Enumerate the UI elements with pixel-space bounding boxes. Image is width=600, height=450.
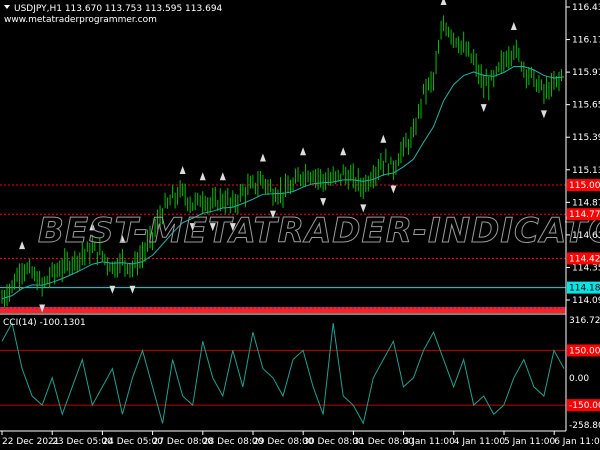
x-tick-label: 4 Jan 11:00 xyxy=(454,437,506,447)
x-tick-label: 6 Jan 11:00 xyxy=(554,437,600,447)
y-tick-label: 115.130 xyxy=(572,166,600,176)
cci-line xyxy=(1,321,565,425)
moving-average-line xyxy=(1,65,565,300)
website-label: www.metatraderprogrammer.com xyxy=(4,15,157,25)
cci-title: CCI(14) -100.1301 xyxy=(3,318,86,328)
up-fractal-arrow-icon xyxy=(179,166,186,175)
symbol-info: USDJPY,H1 113.670 113.753 113.595 113.69… xyxy=(14,4,223,14)
up-fractal-arrow-icon xyxy=(340,147,347,156)
y-tick-label: 115.910 xyxy=(572,68,600,78)
x-tick-label: 5 Jan 11:00 xyxy=(504,437,556,447)
x-tick-label: 22 Dec 2021 xyxy=(2,437,60,447)
up-fractal-arrow-icon xyxy=(380,134,387,143)
y-tick-label: 115.650 xyxy=(572,101,600,111)
y-tick-label: 114.350 xyxy=(572,263,600,273)
down-fractal-arrow-icon xyxy=(480,104,487,113)
up-fractal-arrow-icon xyxy=(300,147,307,156)
down-fractal-arrow-icon xyxy=(540,110,547,119)
y-tick-label: 114.090 xyxy=(572,296,600,306)
down-fractal-arrow-icon xyxy=(390,185,397,194)
collapse-triangle-icon[interactable] xyxy=(4,5,10,9)
trading-chart[interactable]: BEST-METATRADER-INDICATORS.COM 116.430 11… xyxy=(0,0,600,450)
cci-tick-label: -258.8033 xyxy=(569,421,600,431)
y-tick-label: 114.870 xyxy=(572,198,600,208)
up-fractal-arrow-icon xyxy=(440,0,447,5)
cci-level-label: -150.0000 xyxy=(569,401,600,411)
x-tick-label: 3 Jan 11:00 xyxy=(404,437,456,447)
y-tick-label: 116.430 xyxy=(572,3,600,13)
price-level-label: 114.189 xyxy=(569,284,600,294)
cci-tick-label: 316.7231 xyxy=(569,316,600,326)
up-fractal-arrow-icon xyxy=(19,241,26,250)
watermark: BEST-METATRADER-INDICATORS.COM xyxy=(38,211,600,251)
up-fractal-arrow-icon xyxy=(199,172,206,181)
price-level-label: 115.008 xyxy=(569,181,600,191)
down-fractal-arrow-icon xyxy=(129,285,136,294)
up-fractal-arrow-icon xyxy=(259,153,266,162)
price-panel[interactable] xyxy=(0,0,566,313)
y-tick-label: 115.390 xyxy=(572,133,600,143)
cci-level-label: 150.0000 xyxy=(569,346,600,356)
up-fractal-arrow-icon xyxy=(219,172,226,181)
down-fractal-arrow-icon xyxy=(320,198,327,207)
y-tick-label: 114.610 xyxy=(572,231,600,241)
price-level-label: 114.422 xyxy=(569,254,600,264)
down-fractal-arrow-icon xyxy=(109,285,116,294)
y-tick-label: 116.170 xyxy=(572,36,600,46)
cci-panel[interactable] xyxy=(0,321,566,425)
cci-tick-label: 0.00 xyxy=(569,374,589,384)
up-fractal-arrow-icon xyxy=(510,22,517,31)
price-level-label: 114.775 xyxy=(569,210,600,220)
